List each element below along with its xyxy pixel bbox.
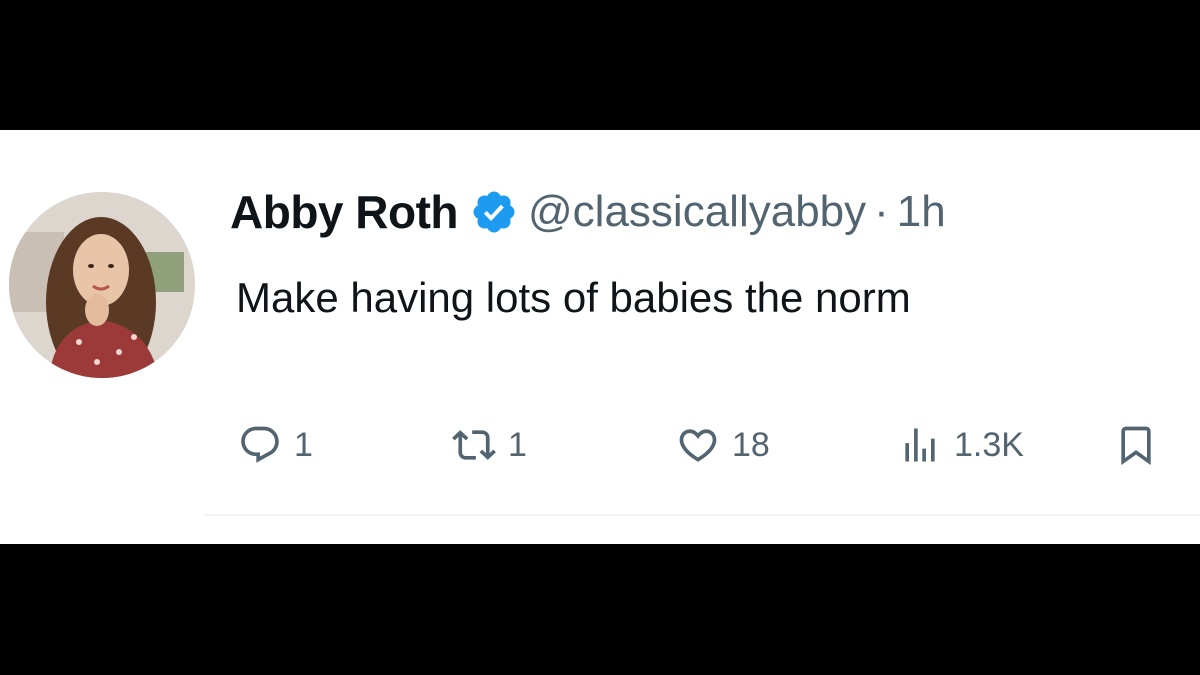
reply-button[interactable]: 1 <box>238 420 313 470</box>
action-bar: 1 1 18 1.3K <box>238 420 1162 470</box>
avatar-photo <box>9 192 195 378</box>
separator-dot: · <box>874 187 889 236</box>
display-name[interactable]: Abby Roth <box>230 185 459 239</box>
reply-count: 1 <box>294 425 313 464</box>
avatar[interactable] <box>9 192 195 378</box>
verified-badge-icon[interactable] <box>470 188 518 236</box>
bookmark-icon <box>1114 423 1158 467</box>
retweet-count: 1 <box>508 425 527 464</box>
tweet-card[interactable]: Abby Roth @classicallyabby · 1h Make hav… <box>0 130 1200 544</box>
bookmark-button[interactable] <box>1114 420 1158 470</box>
views-button[interactable]: 1.3K <box>898 420 1024 470</box>
divider <box>204 514 1200 516</box>
user-handle[interactable]: @classicallyabby <box>528 187 866 237</box>
tweet-header: Abby Roth @classicallyabby · 1h <box>230 182 946 242</box>
analytics-icon <box>898 423 942 467</box>
reply-icon <box>238 423 282 467</box>
like-button[interactable]: 18 <box>676 420 770 470</box>
views-count: 1.3K <box>954 425 1024 464</box>
heart-icon <box>676 423 720 467</box>
retweet-icon <box>452 423 496 467</box>
retweet-button[interactable]: 1 <box>452 420 527 470</box>
tweet-text: Make having lots of babies the norm <box>236 274 911 321</box>
screenshot-frame: Abby Roth @classicallyabby · 1h Make hav… <box>0 0 1200 675</box>
like-count: 18 <box>732 425 770 464</box>
timestamp[interactable]: 1h <box>897 187 946 237</box>
